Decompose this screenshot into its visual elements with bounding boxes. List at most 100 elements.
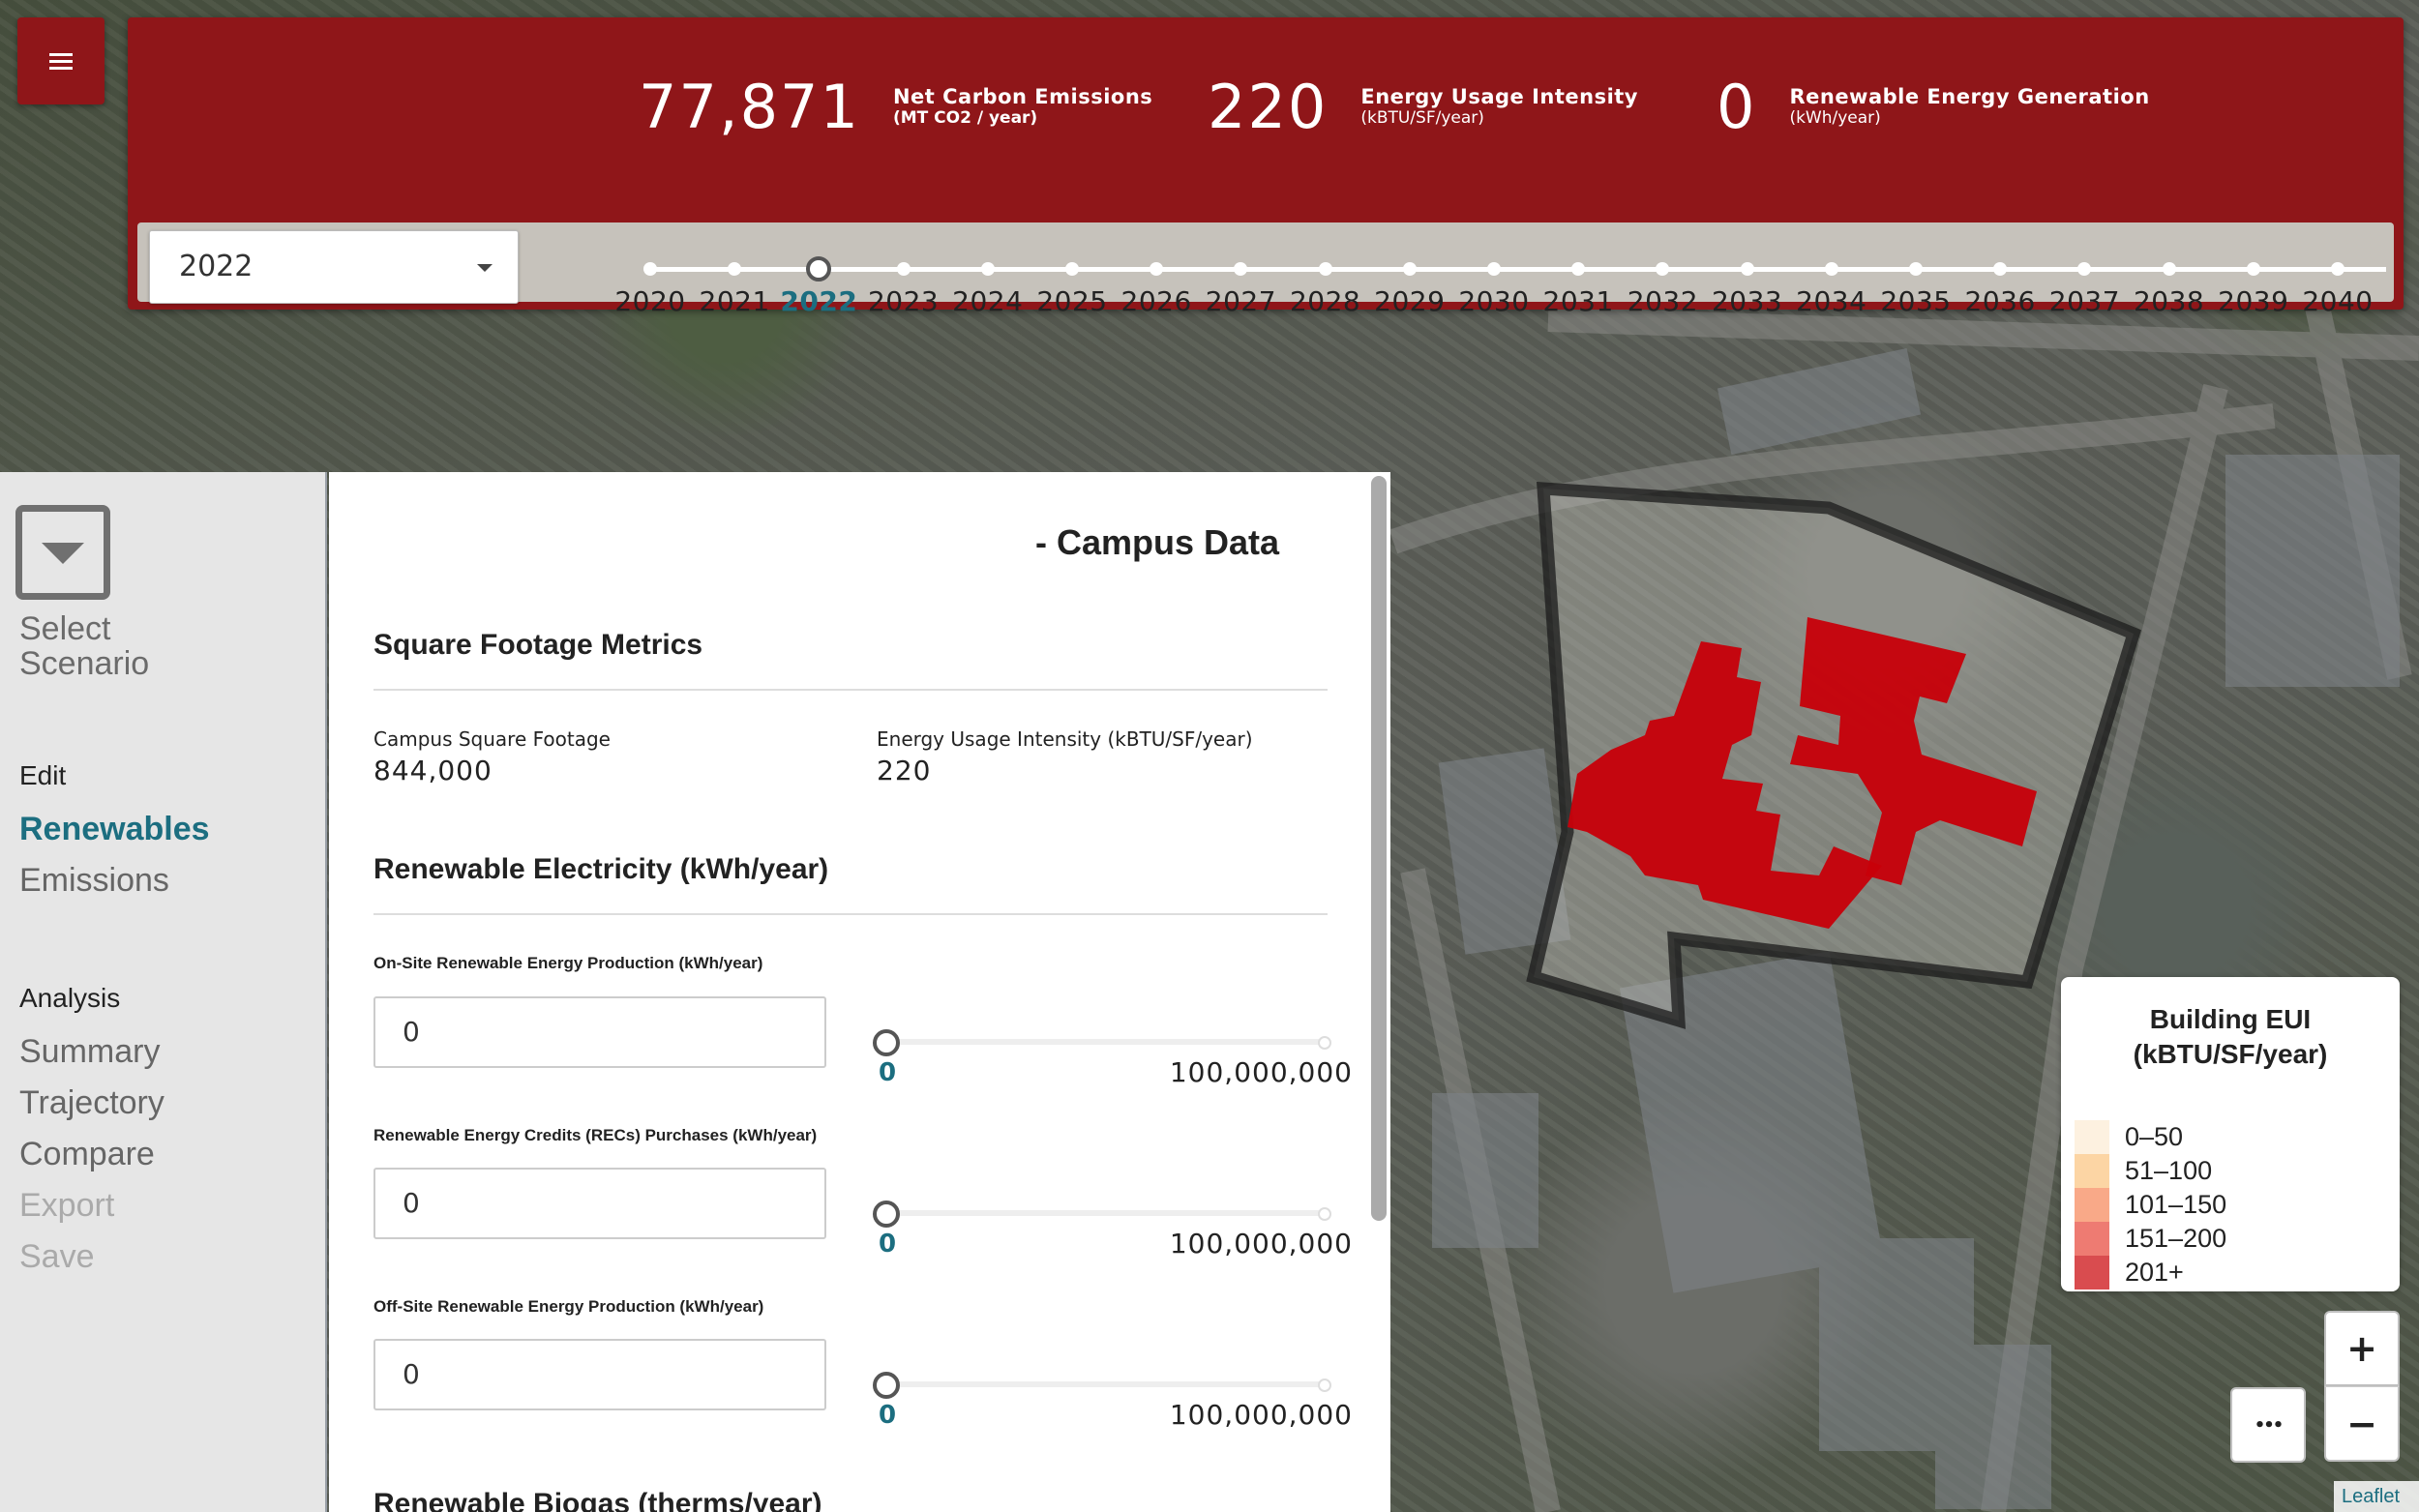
timeline-dot[interactable] [896, 262, 911, 276]
zoom-out-button[interactable]: − [2324, 1386, 2400, 1462]
timeline-dot[interactable] [2077, 262, 2092, 276]
timeline-dot[interactable] [1824, 262, 1838, 276]
timeline-year-2033[interactable]: 2033 [1704, 222, 1791, 317]
timeline-year-2025[interactable]: 2025 [1029, 222, 1116, 317]
section-renewable-electricity: Renewable Electricity (kWh/year) [373, 853, 829, 885]
timeline-year-2027[interactable]: 2027 [1197, 222, 1284, 317]
year-select[interactable]: 2022 [149, 230, 519, 304]
legend-item: 0–50 [2075, 1120, 2183, 1154]
slider-knob[interactable] [873, 1201, 900, 1228]
timeline-dot[interactable] [1740, 262, 1754, 276]
timeline-year-2029[interactable]: 2029 [1366, 222, 1453, 317]
menu-button[interactable] [17, 17, 105, 104]
timeline-year-2037[interactable]: 2037 [2041, 222, 2128, 317]
timeline-dot[interactable] [2331, 262, 2344, 276]
timeline-dot[interactable] [1993, 262, 2008, 276]
sidebar-item-save: Save [19, 1238, 95, 1275]
timeline-year-label: 2038 [2133, 285, 2205, 317]
legend-item: 101–150 [2075, 1188, 2226, 1222]
timeline-dot[interactable] [1065, 262, 1079, 276]
timeline-year-2031[interactable]: 2031 [1535, 222, 1622, 317]
timeline-dot[interactable] [1234, 262, 1248, 276]
legend-label: 101–150 [2125, 1190, 2227, 1219]
onsite-renewable-slider[interactable]: 0 100,000,000 [869, 1020, 1353, 1088]
timeline-year-2038[interactable]: 2038 [2126, 222, 2213, 317]
sidebar: Select Scenario Edit Renewables Emission… [0, 472, 327, 1512]
eui-legend: Building EUI (kBTU/SF/year) 0–50 51–100 10… [2061, 977, 2400, 1291]
timeline-year-2034[interactable]: 2034 [1788, 222, 1875, 317]
legend-swatch [2075, 1154, 2109, 1188]
slider-knob[interactable] [873, 1372, 900, 1399]
timeline-year-2040[interactable]: 2040 [2294, 222, 2381, 317]
metric-unit: (MT CO2 / year) [892, 108, 1038, 128]
timeline-year-2020[interactable]: 2020 [607, 222, 694, 317]
timeline-year-2039[interactable]: 2039 [2210, 222, 2297, 317]
timeline-dot[interactable] [1571, 262, 1586, 276]
timeline-dot[interactable] [2162, 262, 2176, 276]
onsite-renewable-label: On-Site Renewable Energy Production (kWh… [373, 954, 763, 972]
timeline-year-2026[interactable]: 2026 [1113, 222, 1200, 317]
chevron-down-icon [477, 264, 493, 272]
scenario-label-line2: Scenario [19, 645, 150, 682]
timeline-dot[interactable] [1318, 262, 1332, 276]
slider-max-value: 100,000,000 [1169, 1399, 1353, 1431]
timeline-dot[interactable] [806, 256, 832, 282]
select-scenario-label[interactable]: Select Scenario [19, 611, 149, 681]
timeline-dot[interactable] [1150, 262, 1164, 276]
sidebar-item-summary[interactable]: Summary [19, 1033, 160, 1071]
timeline-year-2023[interactable]: 2023 [860, 222, 947, 317]
timeline-dot[interactable] [728, 262, 742, 276]
timeline-year-label: 2024 [952, 285, 1024, 317]
timeline-dot[interactable] [1402, 262, 1417, 276]
timeline-year-label: 2020 [614, 285, 686, 317]
metric-label: Net Carbon Emissions [892, 85, 1153, 108]
slider-max-knob[interactable] [1318, 1036, 1331, 1050]
recs-input[interactable]: 0 [373, 1168, 826, 1239]
more-options-button[interactable]: ••• [2230, 1387, 2306, 1463]
year-select-value: 2022 [179, 250, 254, 283]
year-timeline[interactable]: 2020 2021 2022 2023 2024 2025 2026 2027 2028 2029… [614, 222, 2386, 317]
timeline-year-2022[interactable]: 2022 [775, 222, 862, 317]
timeline-year-2021[interactable]: 2021 [691, 222, 778, 317]
sidebar-item-compare[interactable]: Compare [19, 1136, 155, 1173]
slider-rail [886, 1381, 1324, 1387]
offsite-renewable-slider[interactable]: 0 100,000,000 [869, 1362, 1353, 1431]
timeline-year-label: 2037 [2048, 285, 2121, 317]
timeline-year-2032[interactable]: 2032 [1619, 222, 1706, 317]
timeline-dot[interactable] [1656, 262, 1670, 276]
legend-swatch [2075, 1188, 2109, 1222]
timeline-year-2028[interactable]: 2028 [1282, 222, 1369, 317]
timeline-year-2036[interactable]: 2036 [1956, 222, 2044, 317]
timeline-year-2035[interactable]: 2035 [1872, 222, 1959, 317]
legend-title-line2: (kBTU/SF/year) [2133, 1039, 2328, 1069]
recs-slider[interactable]: 0 100,000,000 [869, 1191, 1353, 1260]
sidebar-item-renewables[interactable]: Renewables [19, 811, 210, 848]
slider-knob[interactable] [873, 1029, 900, 1056]
timeline-year-2024[interactable]: 2024 [944, 222, 1031, 317]
timeline-dot[interactable] [1487, 262, 1501, 276]
slider-max-knob[interactable] [1318, 1207, 1331, 1221]
timeline-year-label: 2039 [2218, 285, 2289, 317]
slider-max-knob[interactable] [1318, 1379, 1331, 1392]
campus-sqft-value: 844,000 [373, 755, 493, 786]
sidebar-item-export: Export [19, 1187, 115, 1224]
timeline-dot[interactable] [1909, 262, 1923, 276]
panel-scrollbar[interactable] [1371, 476, 1387, 1221]
timeline-year-label: 2035 [1880, 285, 1952, 317]
metric-value: 0 [1717, 72, 1757, 142]
offsite-renewable-input[interactable]: 0 [373, 1339, 826, 1410]
zoom-in-button[interactable]: + [2324, 1311, 2400, 1386]
select-scenario-button[interactable] [15, 505, 110, 600]
sidebar-item-trajectory[interactable]: Trajectory [19, 1084, 164, 1122]
slider-rail [886, 1039, 1324, 1045]
timeline-year-2030[interactable]: 2030 [1450, 222, 1538, 317]
legend-label: 201+ [2125, 1258, 2184, 1287]
timeline-dot[interactable] [2246, 262, 2260, 276]
onsite-renewable-input[interactable]: 0 [373, 996, 826, 1068]
map-attribution-link[interactable]: Leaflet [2334, 1481, 2419, 1512]
divider [373, 689, 1328, 691]
sidebar-item-emissions[interactable]: Emissions [19, 862, 169, 900]
timeline-dot[interactable] [643, 262, 657, 276]
timeline-dot[interactable] [980, 262, 995, 276]
slider-min-value: 0 [879, 1058, 897, 1087]
